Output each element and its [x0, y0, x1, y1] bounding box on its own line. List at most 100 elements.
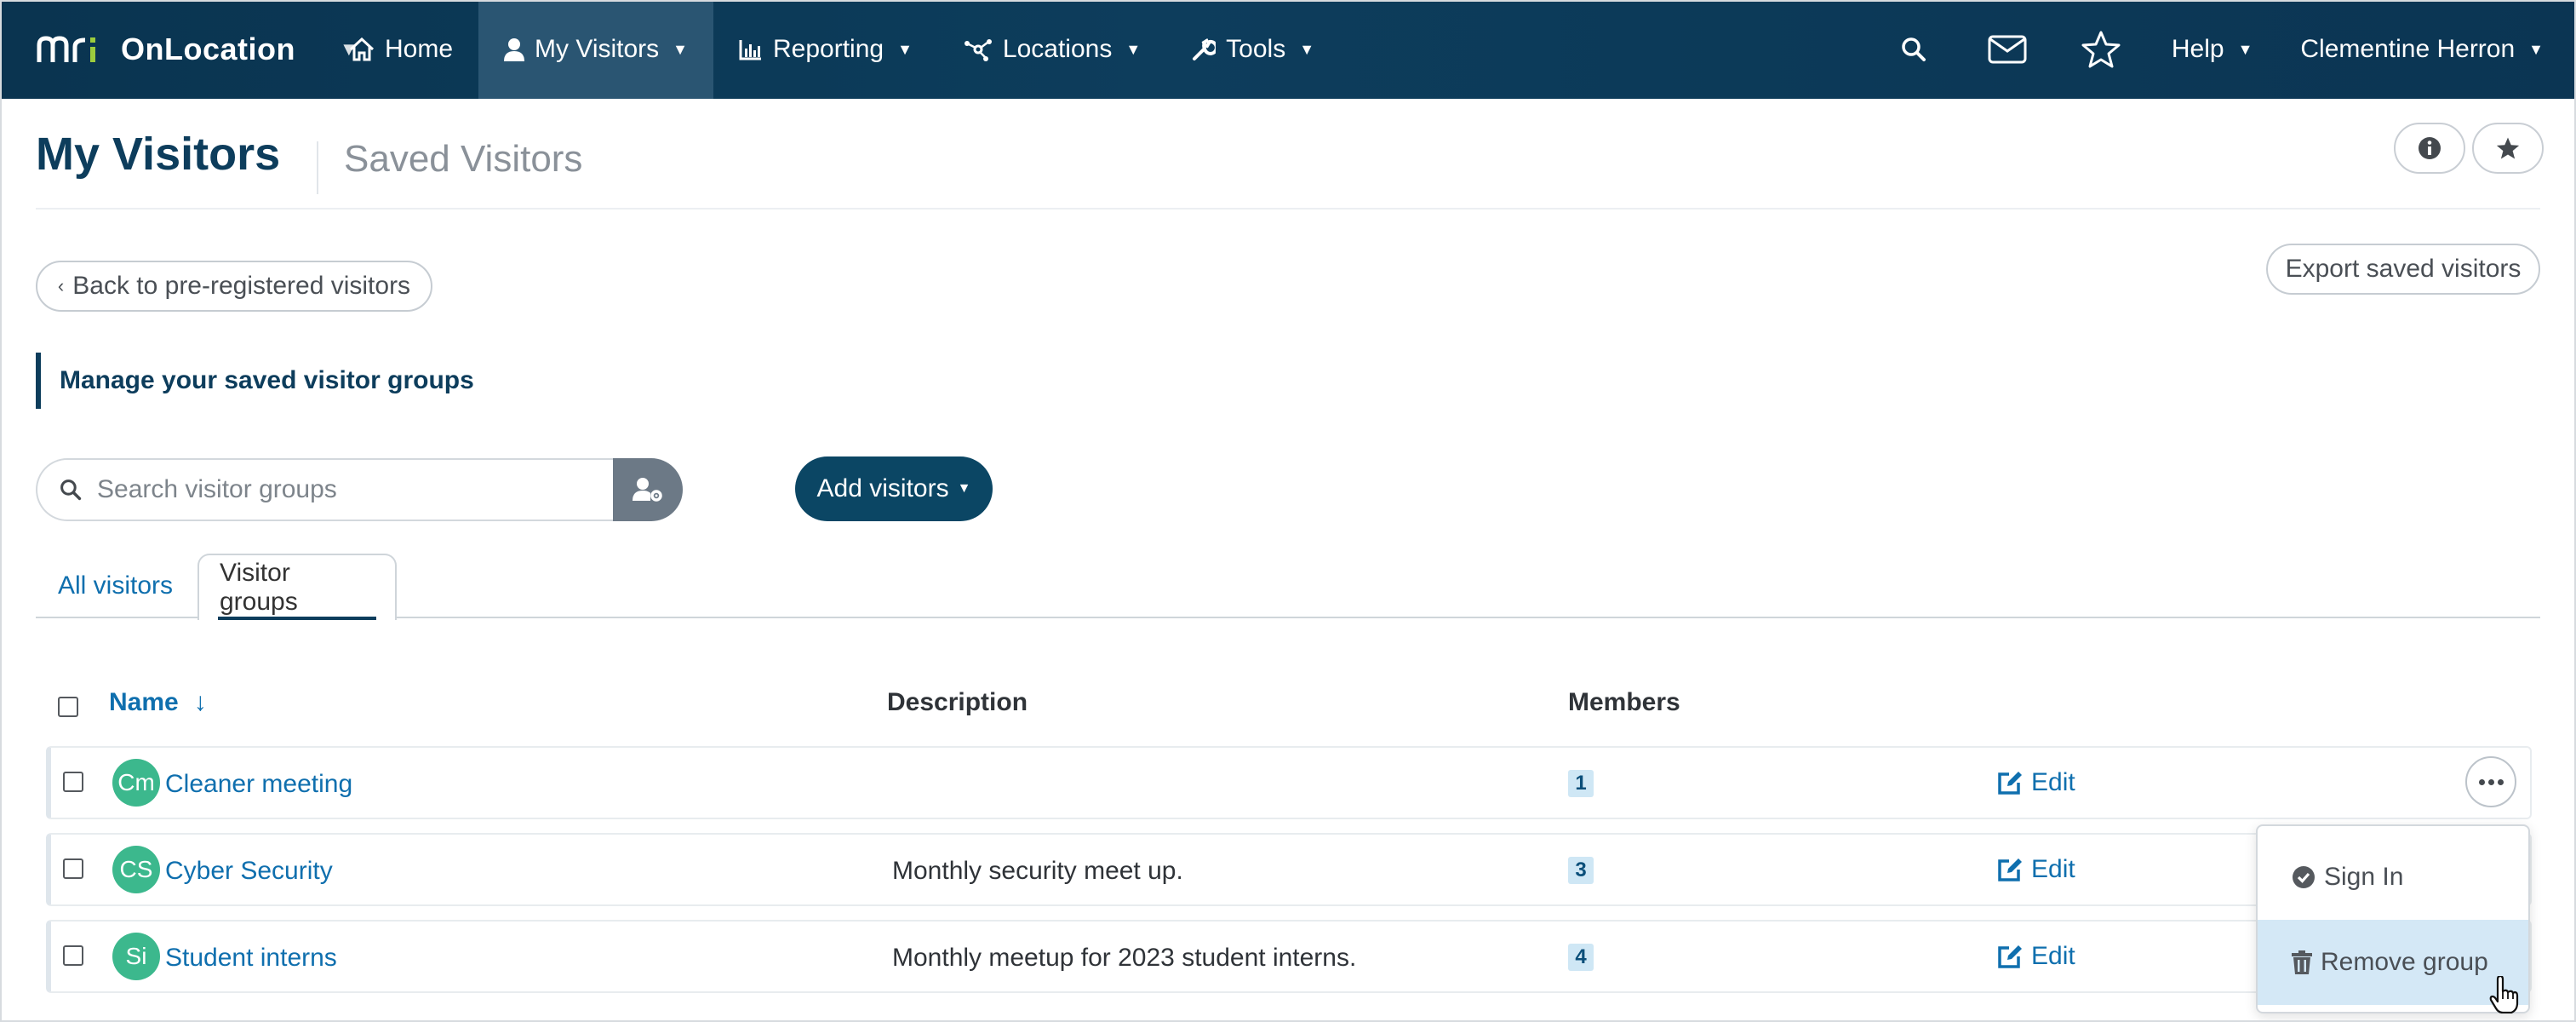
info-icon	[2419, 137, 2441, 159]
locations-icon	[964, 39, 992, 61]
favorite-page-button[interactable]	[2472, 123, 2544, 174]
nav-my-visitors-label: My Visitors	[535, 35, 660, 63]
chevron-down-icon: ▼	[957, 481, 971, 496]
group-name-link[interactable]: Cyber Security	[165, 857, 333, 886]
edit-label: Edit	[2031, 768, 2075, 796]
row-checkbox[interactable]	[63, 945, 83, 966]
table-row: CS Cyber Security Monthly security meet …	[46, 833, 2532, 906]
chevron-down-icon: ▼	[1125, 40, 1142, 58]
search-input[interactable]	[97, 475, 574, 504]
star-icon	[2496, 137, 2520, 159]
envelope-icon	[1988, 35, 2027, 64]
user-icon	[504, 38, 525, 61]
search-icon	[60, 479, 82, 501]
help-menu[interactable]: Help ▼	[2148, 0, 2277, 99]
mri-logo	[36, 35, 100, 64]
menu-item-remove-group[interactable]: Remove group	[2258, 920, 2528, 1005]
table-row: Si Student interns Monthly meetup for 20…	[46, 920, 2532, 993]
edit-icon	[1998, 772, 2022, 795]
members-count-badge[interactable]: 3	[1568, 857, 1594, 884]
nav-locations[interactable]: Locations ▼	[938, 0, 1166, 99]
row-actions-button[interactable]	[2465, 756, 2516, 807]
edit-link[interactable]: Edit	[1997, 855, 2075, 884]
chart-icon	[739, 40, 761, 60]
table-row: Cm Cleaner meeting 1 Edit	[46, 746, 2532, 819]
page-title: My Visitors	[36, 129, 281, 180]
back-button[interactable]: ‹ Back to pre-registered visitors	[36, 261, 432, 312]
help-label: Help	[2171, 35, 2224, 63]
page-header: My Visitors Saved Visitors	[36, 99, 2544, 210]
hand-cursor-icon	[2489, 976, 2519, 1013]
search-button[interactable]	[1867, 0, 1961, 99]
user-settings-icon	[633, 478, 662, 502]
nav-tools-label: Tools	[1226, 35, 1286, 63]
tab-all-visitors[interactable]: All visitors	[58, 554, 173, 618]
edit-label: Edit	[2031, 942, 2075, 970]
group-description: Monthly meetup for 2023 student interns.	[892, 944, 1357, 972]
back-button-label: Back to pre-registered visitors	[72, 272, 411, 300]
edit-icon	[1998, 945, 2022, 968]
edit-link[interactable]: Edit	[1997, 768, 2075, 797]
members-count-badge[interactable]: 1	[1568, 770, 1594, 797]
section-heading: Manage your saved visitor groups	[36, 353, 474, 409]
chevron-down-icon: ▼	[673, 40, 688, 58]
tab-bar: All visitors Visitor groups	[36, 554, 2540, 620]
brand-caret-icon[interactable]: ▼	[340, 38, 358, 60]
menu-item-sign-in-label: Sign In	[2324, 863, 2404, 891]
add-visitors-button[interactable]: Add visitors ▼	[795, 456, 993, 521]
nav-reporting-label: Reporting	[773, 35, 884, 63]
group-name-link[interactable]: Student interns	[165, 944, 337, 973]
edit-label: Edit	[2031, 855, 2075, 883]
brand-name: OnLocation	[121, 32, 295, 66]
group-description: Monthly security meet up.	[892, 857, 1183, 885]
title-divider	[317, 141, 318, 194]
search-group	[36, 458, 683, 521]
add-visitors-label: Add visitors	[816, 474, 949, 502]
user-name: Clementine Herron	[2300, 35, 2516, 63]
menu-item-remove-group-label: Remove group	[2321, 948, 2488, 976]
nav-reporting[interactable]: Reporting ▼	[713, 0, 938, 99]
top-navbar: OnLocation ▼ Home My Visitors ▼ Reportin…	[0, 0, 2576, 99]
search-filter-button[interactable]	[613, 458, 683, 521]
column-header-name[interactable]: Name ↓	[109, 688, 207, 717]
star-outline-icon	[2081, 31, 2121, 68]
brand[interactable]: OnLocation ▼	[0, 0, 358, 99]
export-button-label: Export saved visitors	[2285, 255, 2522, 283]
export-button[interactable]: Export saved visitors	[2266, 244, 2540, 295]
chevron-down-icon: ▼	[2528, 40, 2544, 58]
chevron-down-icon: ▼	[1299, 40, 1315, 58]
info-button[interactable]	[2394, 123, 2465, 174]
search-box	[36, 458, 613, 521]
select-all-checkbox[interactable]	[58, 697, 78, 717]
row-checkbox[interactable]	[63, 772, 83, 792]
trash-icon	[2292, 950, 2312, 974]
messages-button[interactable]	[1961, 0, 2054, 99]
members-count-badge[interactable]: 4	[1568, 944, 1594, 971]
page-subtitle: Saved Visitors	[344, 138, 583, 180]
column-header-name-label: Name	[109, 688, 179, 716]
menu-item-sign-in[interactable]: Sign In	[2258, 835, 2528, 920]
chevron-left-icon: ‹	[57, 275, 65, 296]
edit-icon	[1998, 858, 2022, 881]
nav-tools[interactable]: Tools ▼	[1166, 0, 1340, 99]
chevron-down-icon: ▼	[897, 40, 913, 58]
avatar: Si	[112, 933, 160, 980]
tab-visitor-groups[interactable]: Visitor groups	[197, 554, 397, 620]
edit-link[interactable]: Edit	[1997, 942, 2075, 971]
row-checkbox[interactable]	[63, 858, 83, 879]
avatar: CS	[112, 846, 160, 893]
nav-my-visitors[interactable]: My Visitors ▼	[478, 0, 713, 99]
navbar-right: Help ▼ Clementine Herron ▼	[1867, 0, 2576, 99]
favorites-button[interactable]	[2054, 0, 2148, 99]
ellipsis-dot	[2487, 778, 2494, 785]
nav-home-label: Home	[385, 35, 454, 63]
ellipsis-dot	[2497, 778, 2504, 785]
chevron-down-icon: ▼	[2237, 40, 2253, 58]
column-header-members: Members	[1568, 688, 1680, 716]
check-circle-icon	[2293, 866, 2315, 888]
ellipsis-icon	[2478, 778, 2485, 785]
column-header-description: Description	[887, 688, 1028, 716]
group-name-link[interactable]: Cleaner meeting	[165, 770, 352, 799]
user-menu[interactable]: Clementine Herron ▼	[2276, 0, 2576, 99]
sort-arrow-icon: ↓	[193, 688, 207, 716]
